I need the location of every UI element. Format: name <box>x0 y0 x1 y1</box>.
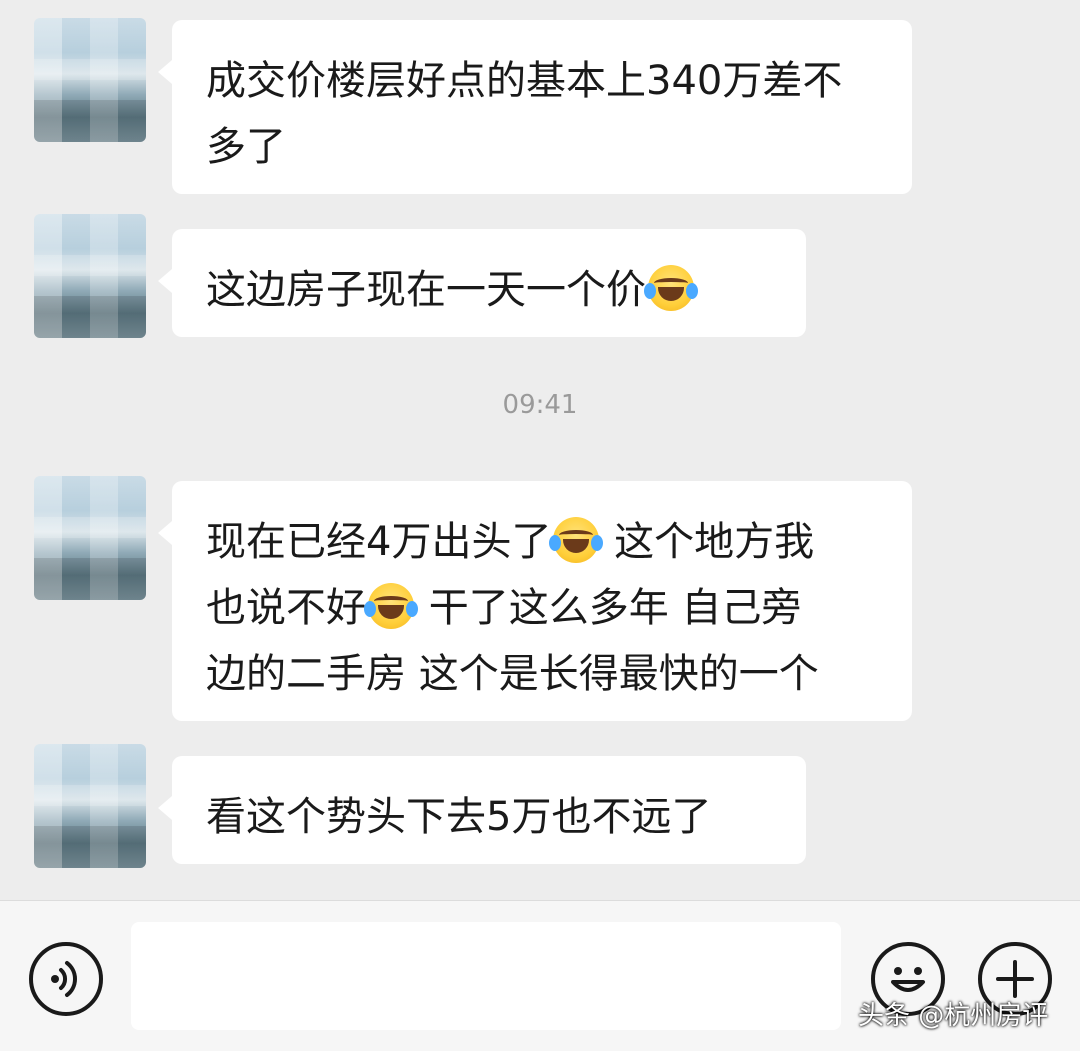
voice-icon <box>51 961 77 997</box>
message-bubble[interactable]: 看这个势头下去5万也不远了 <box>158 756 806 864</box>
avatar[interactable] <box>34 744 146 868</box>
timestamp: 09:41 <box>502 390 578 420</box>
message-bubble[interactable]: 成交价楼层好点的基本上340万差不 多了 <box>158 20 912 194</box>
message-text: 现在已经4万出头了 <box>206 519 552 565</box>
message-text: 边的二手房 这个是长得最快的一个 <box>206 651 819 697</box>
message-text: 看这个势头下去5万也不远了 <box>206 794 712 840</box>
laugh-cry-emoji-icon <box>549 517 604 563</box>
message-text: 这边房子现在一天一个价 <box>206 267 646 313</box>
message-input[interactable] <box>131 922 841 1030</box>
avatar[interactable] <box>34 18 146 142</box>
message-text: 多了 <box>206 124 286 170</box>
laugh-cry-emoji-icon <box>364 583 418 629</box>
message-text: 成交价楼层好点的基本上340万差不 <box>206 58 843 104</box>
message-bubble[interactable]: 这边房子现在一天一个价 <box>158 229 806 337</box>
avatar[interactable] <box>34 476 146 600</box>
message-text: 这个地方我 <box>601 519 815 565</box>
chat-area: 成交价楼层好点的基本上340万差不 多了 这边房子现在一天一个价 09:41 现… <box>0 0 1080 900</box>
message-text: 干了这么多年 自己旁 <box>416 585 802 631</box>
avatar[interactable] <box>34 214 146 338</box>
laugh-cry-emoji-icon <box>644 265 698 311</box>
message-bubble[interactable]: 现在已经4万出头了 这个地方我 也说不好 干了这么多年 自己旁 边的二手房 这个… <box>158 481 912 721</box>
voice-input-button[interactable] <box>29 942 103 1016</box>
message-text: 也说不好 <box>206 585 366 631</box>
watermark: 头条 @杭州房评 <box>858 1001 1049 1031</box>
